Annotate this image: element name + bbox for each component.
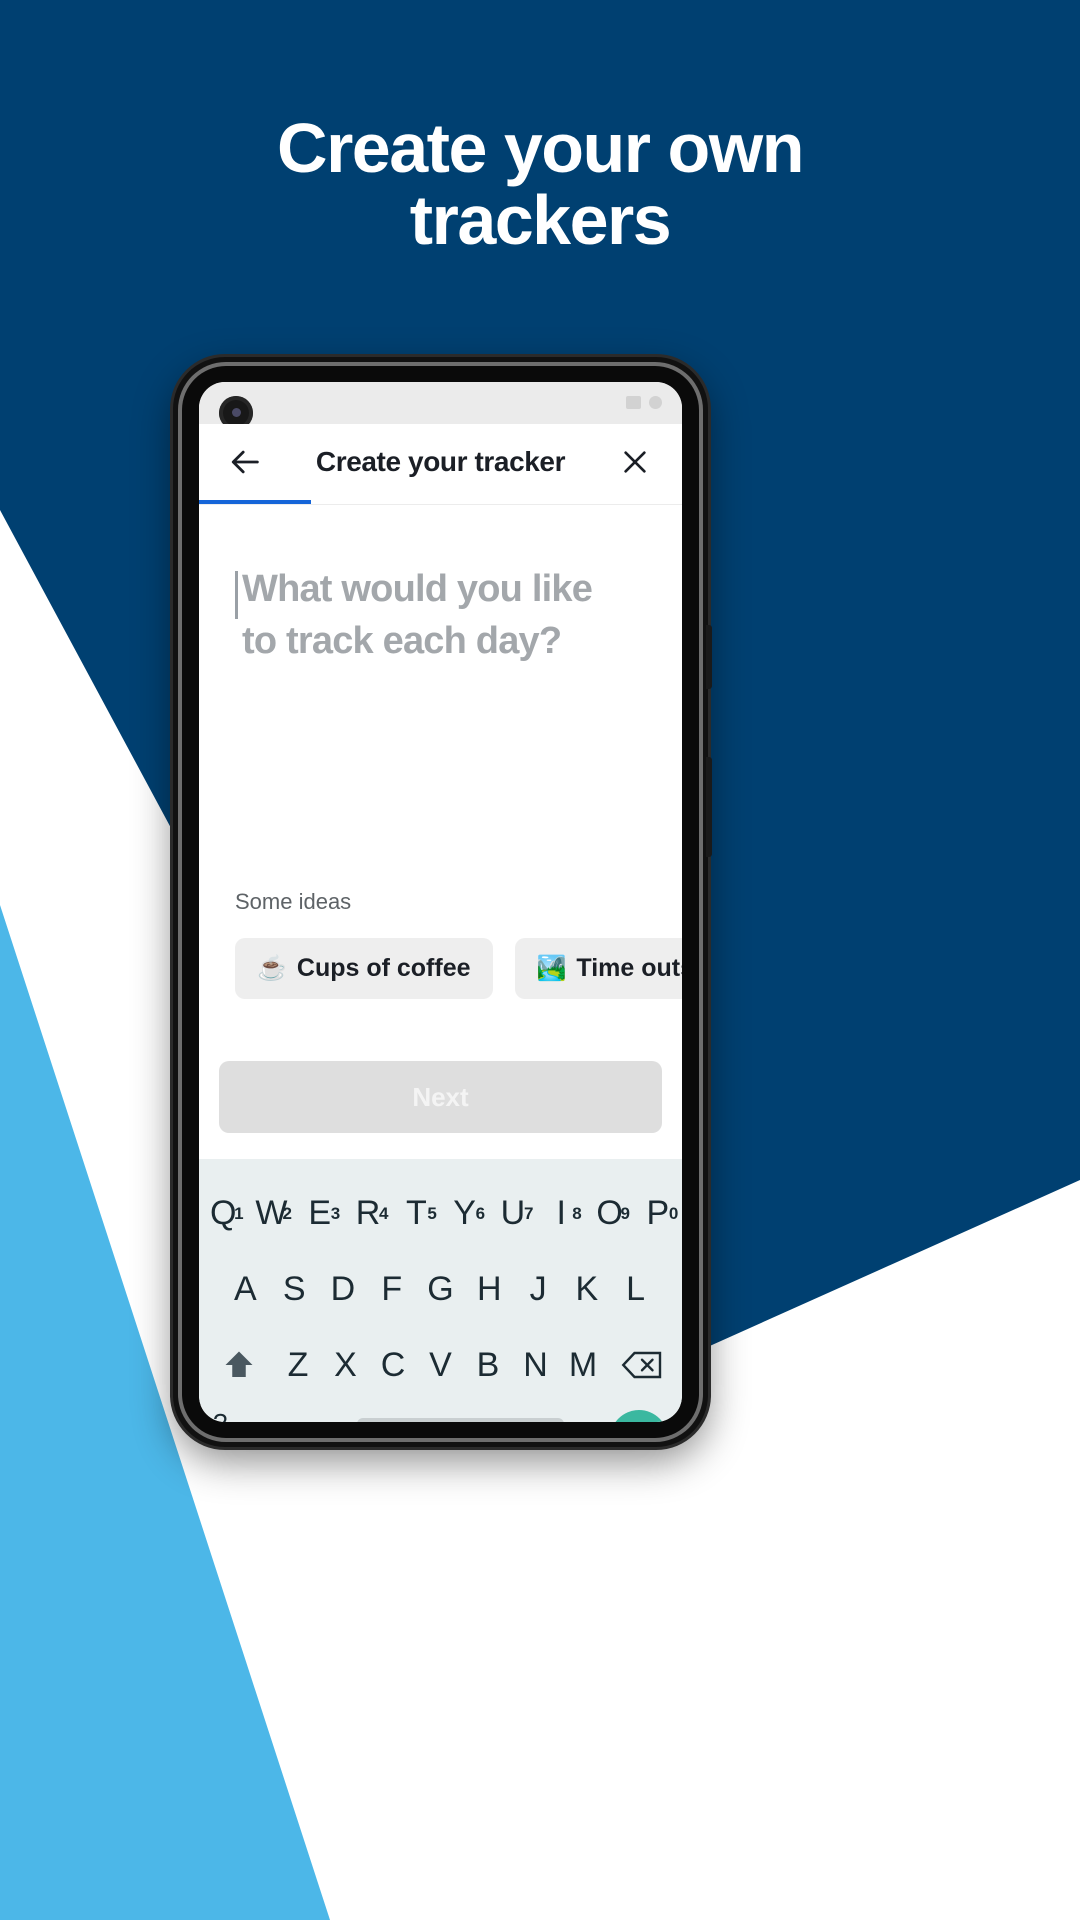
backspace-key[interactable]: [607, 1349, 678, 1381]
landscape-emoji-icon: 🏞️: [536, 955, 567, 982]
key-p[interactable]: P0: [634, 1194, 682, 1233]
key-f[interactable]: F: [367, 1270, 416, 1309]
symbols-key[interactable]: ?123: [213, 1408, 267, 1422]
key-j[interactable]: J: [514, 1270, 563, 1309]
shift-key[interactable]: [203, 1347, 274, 1383]
key-l[interactable]: L: [611, 1270, 660, 1309]
key-number: 1: [234, 1203, 244, 1223]
key-number: 5: [427, 1203, 437, 1223]
status-bar-icons: [626, 396, 662, 409]
headline-line-2: trackers: [409, 181, 672, 259]
key-number: 8: [572, 1203, 582, 1223]
key-number: 6: [475, 1203, 486, 1223]
key-number: 9: [620, 1203, 630, 1223]
key-label: Y: [453, 1193, 476, 1232]
enter-key-circle: [609, 1410, 668, 1422]
next-button-container: Next: [199, 1061, 682, 1159]
key-s[interactable]: S: [270, 1270, 319, 1309]
tracker-name-input[interactable]: What would you like to track each day?: [235, 563, 646, 667]
page-title: Create your own trackers: [0, 112, 1080, 256]
volume-button[interactable]: [706, 757, 712, 857]
backspace-icon: [621, 1351, 662, 1379]
app-bar: Create your tracker: [199, 424, 682, 500]
key-k[interactable]: K: [562, 1270, 611, 1309]
key-h[interactable]: H: [465, 1270, 514, 1309]
key-c[interactable]: C: [369, 1346, 417, 1385]
input-placeholder: What would you like to track each day?: [238, 563, 593, 667]
phone-screen: Create your tracker What would you like …: [199, 382, 682, 1422]
key-number: 4: [379, 1203, 389, 1223]
key-number: 0: [668, 1203, 679, 1223]
key-v[interactable]: V: [417, 1346, 465, 1385]
key-e[interactable]: E3: [296, 1194, 344, 1233]
placeholder-line-2: to track each day?: [242, 620, 562, 662]
key-b[interactable]: B: [464, 1346, 512, 1385]
key-a[interactable]: A: [221, 1270, 270, 1309]
emoji-key[interactable]: [303, 1421, 343, 1422]
key-number: 7: [523, 1203, 534, 1223]
progress-bar: [199, 500, 682, 504]
chip-label: Time outside: [576, 954, 682, 982]
emoji-smiley-icon: [305, 1421, 341, 1422]
key-number: 3: [330, 1203, 341, 1223]
key-label: P: [646, 1193, 670, 1232]
coffee-emoji-icon: ☕: [257, 955, 287, 982]
key-label: E: [308, 1193, 332, 1232]
key-u[interactable]: U7: [489, 1194, 537, 1233]
shift-icon: [225, 1351, 253, 1377]
key-n[interactable]: N: [512, 1346, 560, 1385]
key-m[interactable]: M: [559, 1346, 607, 1385]
suggestion-chips: ☕ Cups of coffee 🏞️ Time outside: [235, 938, 682, 999]
virtual-keyboard: Q1 W2 E3 R4 T5 Y6 U7 I8 O9 P0 A S D F G …: [199, 1159, 682, 1422]
key-r[interactable]: R4: [344, 1194, 392, 1233]
key-d[interactable]: D: [319, 1270, 368, 1309]
key-label: Q: [209, 1193, 237, 1232]
chip-label: Cups of coffee: [296, 954, 471, 982]
chip-cups-of-coffee[interactable]: ☕ Cups of coffee: [235, 938, 493, 999]
placeholder-line-1: What would you like: [242, 568, 593, 610]
key-label: R: [355, 1193, 381, 1232]
key-i[interactable]: I8: [537, 1194, 585, 1233]
key-label: I: [556, 1193, 566, 1232]
arrow-left-icon: [231, 450, 259, 474]
enter-key[interactable]: [609, 1410, 668, 1422]
square-indicator-icon: [626, 396, 641, 409]
key-z[interactable]: Z: [274, 1346, 322, 1385]
progress-bar-fill: [199, 500, 311, 504]
camera-lens: [232, 408, 241, 417]
key-x[interactable]: X: [322, 1346, 370, 1385]
key-w[interactable]: W2: [247, 1194, 295, 1233]
key-label: O: [596, 1193, 623, 1232]
keyboard-row-4: ?123 , .: [199, 1403, 682, 1422]
keyboard-row-2: A S D F G H J K L: [199, 1251, 682, 1327]
keyboard-row-3: Z X C V B N M: [199, 1327, 682, 1403]
close-icon: [624, 451, 646, 473]
power-button[interactable]: [706, 625, 712, 689]
key-y[interactable]: Y6: [441, 1194, 489, 1233]
key-o[interactable]: O9: [585, 1194, 633, 1233]
space-key[interactable]: [357, 1418, 565, 1422]
app-bar-title: Create your tracker: [315, 446, 566, 477]
chip-time-outside[interactable]: 🏞️ Time outside: [514, 938, 682, 999]
close-button[interactable]: [612, 439, 658, 485]
key-number: 2: [282, 1203, 292, 1223]
form-content: What would you like to track each day? S…: [199, 505, 682, 1061]
phone-mockup: Create your tracker What would you like …: [173, 357, 712, 1447]
key-label: U: [500, 1193, 526, 1232]
key-label: T: [405, 1193, 427, 1232]
status-bar: [199, 382, 682, 430]
key-q[interactable]: Q1: [199, 1194, 247, 1233]
key-t[interactable]: T5: [392, 1194, 440, 1233]
next-button[interactable]: Next: [219, 1061, 662, 1133]
circle-indicator-icon: [649, 396, 662, 409]
keyboard-row-1: Q1 W2 E3 R4 T5 Y6 U7 I8 O9 P0: [199, 1175, 682, 1251]
back-button[interactable]: [223, 439, 269, 485]
key-g[interactable]: G: [416, 1270, 465, 1309]
ideas-label: Some ideas: [235, 889, 352, 914]
headline-line-1: Create your own: [277, 109, 804, 187]
